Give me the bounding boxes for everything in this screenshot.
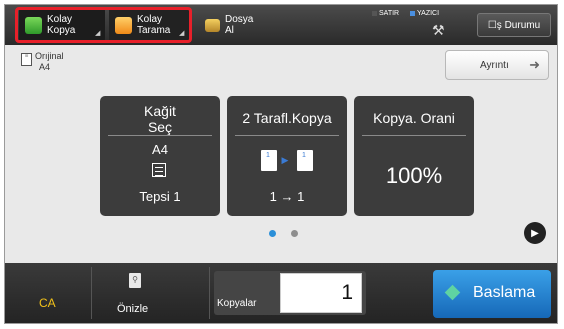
printer-status-label: YAZICI [417, 10, 440, 17]
copies-value: 1 [341, 281, 353, 304]
paper-select-title-line2: Seç [147, 119, 173, 135]
arrow-right-icon: ➜ [529, 57, 540, 72]
line-status-indicator [372, 10, 377, 16]
duplex-copy-value: 1 → 1 [269, 189, 305, 204]
highlight-frame [15, 7, 192, 43]
details-label: Ayrıntı [480, 60, 509, 71]
paper-select-title-line1: Kağit [144, 103, 176, 119]
copy-screen: Kolay Kopya ◢ Kolay Tarama ◢ Dosya Al SA… [4, 4, 558, 324]
details-button[interactable]: Ayrıntı ➜ [445, 50, 549, 80]
copy-ratio-value: 100% [385, 163, 443, 188]
preview-button[interactable]: Önizle [117, 303, 148, 315]
original-setting-text: Orıjinal A4 [35, 51, 64, 73]
tile-divider [235, 135, 339, 136]
copy-ratio-title: Kopya. Orani [373, 110, 455, 126]
line-status: SATIR [372, 10, 399, 17]
next-page-button[interactable]: ▶ [524, 222, 546, 244]
source-page-number: 1 [266, 152, 270, 159]
start-diamond-icon [444, 284, 461, 301]
page-indicator-inactive[interactable] [291, 230, 298, 237]
paper-size-value: A4 [152, 142, 168, 157]
original-document-icon: ≡ [21, 53, 32, 66]
document-filing-label-line1: Dosya [225, 14, 254, 25]
printer-status: YAZICI [410, 10, 439, 17]
start-label: Baslama [473, 284, 536, 301]
document-filing-label: Dosya Al [225, 14, 253, 36]
output-page-number: 1 [302, 152, 306, 159]
paper-select-title: Kağit Seç [100, 103, 220, 135]
source-page-icon: 1 [261, 150, 277, 171]
start-button[interactable]: Baslama [433, 270, 551, 318]
divider [91, 267, 92, 319]
printer-status-indicator [410, 10, 415, 16]
paper-tray-icon [152, 163, 166, 177]
preview-icon: ⚲ [129, 273, 141, 288]
play-arrow-icon: ▶ [531, 227, 539, 239]
divider [209, 267, 210, 319]
clear-all-button[interactable]: CA [39, 296, 56, 310]
duplex-copy-title: 2 Tarafl.Kopya [242, 110, 332, 126]
document-filing-label-line2: Al [225, 25, 234, 36]
copies-label: Kopyalar [217, 298, 257, 309]
duplex-pages-icon: 1 ▶ 1 [261, 150, 313, 172]
settings-wrench-icon: ⚒ [432, 22, 445, 38]
original-size: A4 [39, 62, 51, 72]
tile-divider [108, 135, 212, 136]
folder-icon [205, 18, 220, 32]
device-status-area[interactable]: SATIR YAZICI ⚒ [370, 8, 470, 42]
output-page-icon: 1 [297, 150, 313, 171]
duplex-copy-tile[interactable]: 2 Tarafl.Kopya 1 ▶ 1 1 → 1 [227, 96, 347, 216]
original-label: Orıjinal [35, 51, 64, 61]
job-status-label: ☐ş Durumu [487, 19, 541, 31]
job-status-button[interactable]: ☐ş Durumu [477, 13, 551, 37]
copies-input[interactable]: 1 [280, 273, 362, 313]
arrow-right-icon: ▶ [281, 155, 289, 165]
clear-all-label: CA [39, 296, 56, 310]
original-setting[interactable]: ≡ Orıjinal A4 [21, 51, 64, 73]
tile-divider [362, 135, 466, 136]
paper-select-tile[interactable]: Kağit Seç A4 Tepsi 1 [100, 96, 220, 216]
preview-label: Önizle [117, 303, 149, 315]
paper-tray-value: Tepsi 1 [139, 189, 181, 204]
page-indicator-active[interactable] [269, 230, 276, 237]
line-status-label: SATIR [379, 10, 400, 17]
copy-ratio-tile[interactable]: Kopya. Orani 100% [354, 96, 474, 216]
document-filing-mode-button[interactable]: Dosya Al [203, 9, 295, 41]
mode-bar: Kolay Kopya ◢ Kolay Tarama ◢ Dosya Al SA… [5, 5, 557, 45]
